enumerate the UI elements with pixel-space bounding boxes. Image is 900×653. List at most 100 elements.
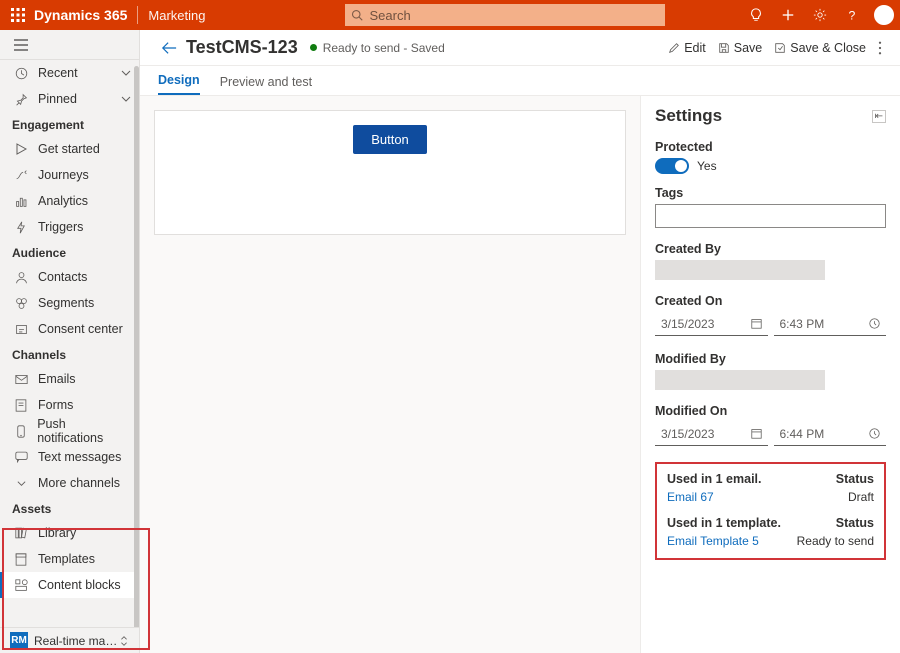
status-dot — [310, 44, 317, 51]
bolt-icon — [12, 221, 30, 234]
command-bar: TestCMS-123 Ready to send - Saved Edit S… — [140, 30, 900, 66]
chevron-down-icon — [12, 478, 30, 489]
sidebar-item-segments[interactable]: Segments — [0, 290, 139, 316]
sidebar-item-content-blocks[interactable]: Content blocks — [0, 572, 139, 598]
overflow-button[interactable] — [878, 41, 882, 55]
created-on-label: Created On — [655, 294, 886, 308]
library-icon — [12, 527, 30, 539]
usage-template-status: Ready to send — [797, 534, 874, 548]
help-icon[interactable]: ? — [840, 3, 864, 27]
created-on-time[interactable]: 6:43 PM — [774, 312, 887, 336]
sidebar-item-recent[interactable]: Recent — [0, 60, 139, 86]
modified-on-time[interactable]: 6:44 PM — [774, 422, 887, 446]
modified-by-label: Modified By — [655, 352, 886, 366]
protected-label: Protected — [655, 140, 886, 154]
tab-preview[interactable]: Preview and test — [220, 69, 312, 95]
calendar-icon — [751, 318, 762, 329]
clock-icon — [869, 428, 880, 439]
sidebar-item-triggers[interactable]: Triggers — [0, 214, 139, 240]
sidebar-item-get-started[interactable]: Get started — [0, 136, 139, 162]
save-close-button[interactable]: Save & Close — [774, 41, 866, 55]
sidebar-item-push[interactable]: Push notifications — [0, 418, 139, 444]
waffle-icon[interactable] — [6, 3, 30, 27]
segments-icon — [12, 297, 30, 310]
protected-toggle[interactable] — [655, 158, 689, 174]
updown-icon — [119, 635, 129, 647]
person-icon — [12, 271, 30, 284]
sidebar-item-journeys[interactable]: Journeys — [0, 162, 139, 188]
sidebar-item-analytics[interactable]: Analytics — [0, 188, 139, 214]
save-close-icon — [774, 42, 786, 54]
usage-email-status: Draft — [848, 490, 874, 504]
calendar-icon — [751, 428, 762, 439]
sidebar: Recent Pinned Engagement Get started Jou… — [0, 30, 140, 653]
chart-icon — [12, 195, 30, 208]
canvas-area: Button — [140, 96, 640, 653]
pencil-icon — [668, 42, 680, 54]
clock-icon — [869, 318, 880, 329]
sidebar-item-templates[interactable]: Templates — [0, 546, 139, 572]
status-text: Ready to send - Saved — [323, 41, 445, 55]
created-by-value — [655, 260, 825, 280]
search-placeholder: Search — [369, 8, 410, 23]
sidebar-section-audience: Audience — [0, 240, 139, 264]
sidebar-app-switcher[interactable]: RM Real-time marketi... — [0, 627, 139, 653]
sidebar-item-pinned[interactable]: Pinned — [0, 86, 139, 112]
usage-template-link[interactable]: Email Template 5 — [667, 534, 797, 548]
modified-by-value — [655, 370, 825, 390]
tags-label: Tags — [655, 186, 886, 200]
svg-text:?: ? — [849, 8, 856, 22]
lightbulb-icon[interactable] — [744, 3, 768, 27]
sidebar-item-label: Pinned — [38, 92, 77, 106]
collapse-icon[interactable]: ⇤ — [872, 110, 886, 123]
hamburger-icon[interactable] — [0, 30, 139, 60]
created-on-date[interactable]: 3/15/2023 — [655, 312, 768, 336]
bell-icon — [12, 425, 29, 438]
sidebar-item-text[interactable]: Text messages — [0, 444, 139, 470]
gear-icon[interactable] — [808, 3, 832, 27]
usage-highlight: Used in 1 email. Status Email 67 Draft U… — [655, 462, 886, 560]
form-icon — [12, 399, 30, 412]
app-badge: RM — [10, 632, 28, 650]
search-input[interactable]: Search — [345, 4, 665, 26]
created-by-label: Created By — [655, 242, 886, 256]
back-button[interactable] — [158, 37, 180, 59]
sidebar-item-library[interactable]: Library — [0, 520, 139, 546]
save-button[interactable]: Save — [718, 41, 763, 55]
sidebar-item-consent[interactable]: Consent center — [0, 316, 139, 342]
mail-icon — [12, 374, 30, 385]
chevron-down-icon — [121, 94, 131, 104]
clock-icon — [12, 67, 30, 80]
scrollbar[interactable] — [134, 66, 139, 627]
settings-title: Settings — [655, 106, 872, 126]
modified-on-date[interactable]: 3/15/2023 — [655, 422, 768, 446]
sidebar-item-forms[interactable]: Forms — [0, 392, 139, 418]
sms-icon — [12, 451, 30, 463]
edit-button[interactable]: Edit — [668, 41, 706, 55]
sidebar-section-assets: Assets — [0, 496, 139, 520]
usage-email-title: Used in 1 email. — [667, 472, 836, 486]
modified-on-label: Modified On — [655, 404, 886, 418]
tags-input[interactable] — [655, 204, 886, 228]
global-header: Dynamics 365 Marketing Search ? — [0, 0, 900, 30]
status-header: Status — [836, 472, 874, 486]
design-canvas[interactable]: Button — [154, 110, 626, 235]
tab-design[interactable]: Design — [158, 67, 200, 95]
settings-panel: Settings ⇤ Protected Yes Tags Created By… — [640, 96, 900, 653]
main-area: TestCMS-123 Ready to send - Saved Edit S… — [140, 30, 900, 653]
chevron-down-icon — [121, 68, 131, 78]
shield-icon — [12, 323, 30, 336]
sidebar-item-more-channels[interactable]: More channels — [0, 470, 139, 496]
template-icon — [12, 553, 30, 566]
usage-template-title: Used in 1 template. — [667, 516, 836, 530]
journey-icon — [12, 169, 30, 182]
pin-icon — [12, 93, 30, 106]
avatar[interactable] — [874, 5, 894, 25]
module-label: Marketing — [148, 8, 205, 23]
plus-icon[interactable] — [776, 3, 800, 27]
sidebar-item-emails[interactable]: Emails — [0, 366, 139, 392]
tab-bar: Design Preview and test — [140, 66, 900, 96]
content-button[interactable]: Button — [353, 125, 427, 154]
sidebar-item-contacts[interactable]: Contacts — [0, 264, 139, 290]
usage-email-link[interactable]: Email 67 — [667, 490, 848, 504]
